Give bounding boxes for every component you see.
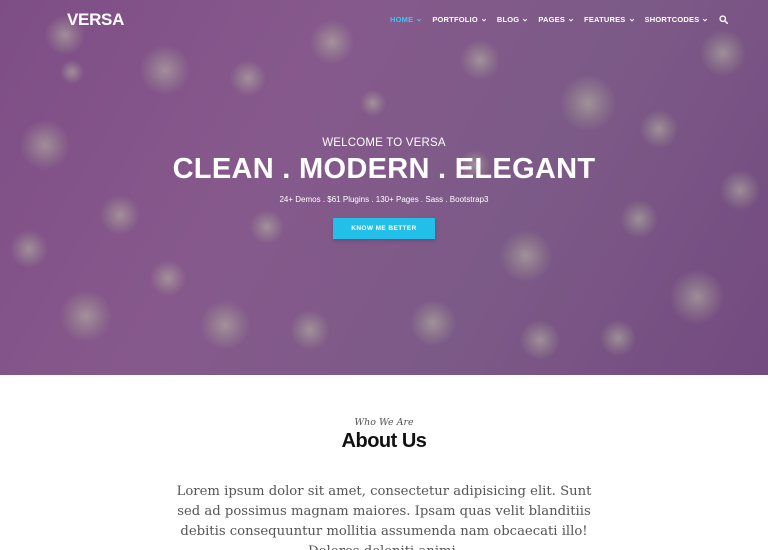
know-me-better-button[interactable]: KNOW ME BETTER <box>333 218 435 239</box>
chevron-down-icon <box>523 18 528 22</box>
chevron-down-icon <box>568 18 574 22</box>
chevron-down-icon <box>417 18 422 22</box>
main-menu: HOME PORTFOLIO BLOG PAGES FEATURES SHORT… <box>390 15 729 24</box>
nav-item-portfolio[interactable]: PORTFOLIO <box>432 15 487 24</box>
nav-item-features[interactable]: FEATURES <box>584 15 634 24</box>
about-eyebrow: Who We Are <box>354 417 414 428</box>
nav-item-label: HOME <box>390 15 414 24</box>
hero-background-bokeh <box>0 0 768 375</box>
chevron-down-icon <box>481 18 487 22</box>
nav-item-label: SHORTCODES <box>644 15 700 24</box>
nav-item-label: PORTFOLIO <box>432 15 478 24</box>
nav-item-pages[interactable]: PAGES <box>538 15 574 24</box>
nav-item-label: FEATURES <box>584 15 626 24</box>
hero-features-line: 24+ Demos . $61 Plugins . 130+ Pages . S… <box>279 195 489 204</box>
chevron-down-icon <box>703 18 708 22</box>
hero-section: VERSA HOME PORTFOLIO BLOG PAGES FEATURES <box>0 0 768 375</box>
search-icon[interactable] <box>719 15 729 24</box>
hero-welcome-text: WELCOME TO VERSA <box>322 137 446 149</box>
nav-item-label: PAGES <box>538 15 566 24</box>
nav-item-home[interactable]: HOME <box>390 15 422 24</box>
top-navbar: VERSA HOME PORTFOLIO BLOG PAGES FEATURES <box>0 0 768 40</box>
about-title: About Us <box>341 430 427 452</box>
about-text: Lorem ipsum dolor sit amet, consectetur … <box>176 484 592 550</box>
site-logo[interactable]: VERSA <box>67 10 124 30</box>
chevron-down-icon <box>629 18 634 22</box>
hero-headline: CLEAN . MODERN . ELEGANT <box>172 153 596 185</box>
nav-item-blog[interactable]: BLOG <box>497 15 528 24</box>
nav-item-label: BLOG <box>496 15 520 24</box>
about-section: Who We Are About Us Lorem ipsum dolor si… <box>0 375 768 550</box>
nav-item-shortcodes[interactable]: SHORTCODES <box>645 15 709 24</box>
